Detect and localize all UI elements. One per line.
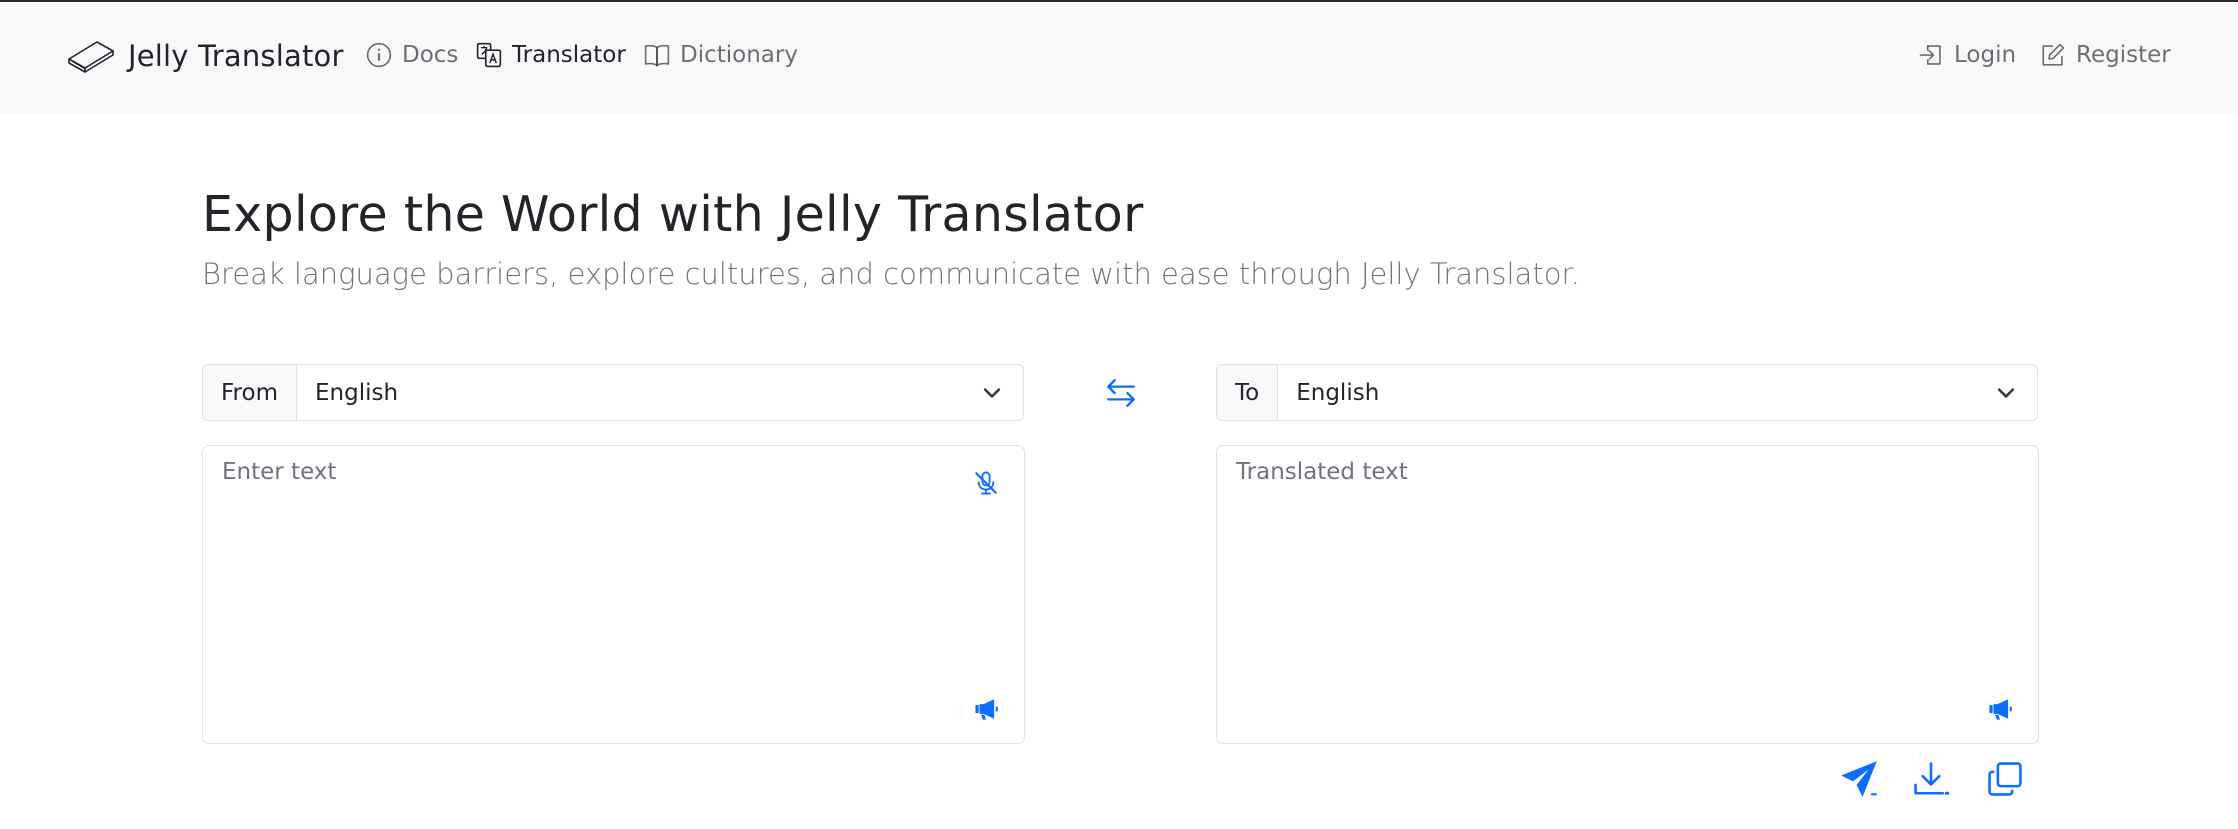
- nav-link-docs[interactable]: Docs: [366, 42, 458, 68]
- nav-link-login-label: Login: [1954, 42, 2017, 68]
- target-language-value: English: [1296, 379, 1380, 406]
- translated-text-placeholder: Translated text: [1236, 459, 1408, 485]
- nav-link-login[interactable]: Login: [1918, 42, 2016, 68]
- target-language-group: To English: [1216, 364, 2038, 421]
- source-language-label: From: [203, 365, 297, 420]
- translate-icon: [476, 42, 502, 68]
- source-language-value: English: [314, 379, 399, 406]
- info-circle-icon: [366, 42, 392, 68]
- source-language-select[interactable]: English: [297, 365, 1023, 420]
- login-arrow-icon: [1919, 45, 1941, 65]
- translated-text-output[interactable]: Translated text: [1216, 445, 2039, 744]
- megaphone-icon[interactable]: [973, 696, 999, 722]
- source-language-group: From English: [202, 364, 1024, 421]
- brand-name: Jelly Translator: [128, 39, 344, 73]
- download-icon[interactable]: [1912, 760, 1950, 798]
- megaphone-icon[interactable]: [1987, 696, 2013, 722]
- swap-arrows-icon[interactable]: [1104, 376, 1138, 410]
- book-icon: [68, 41, 114, 73]
- target-language-label: To: [1217, 365, 1279, 420]
- mic-mute-icon[interactable]: [973, 470, 999, 496]
- nav-link-translator-label: Translator: [512, 42, 626, 68]
- nav-link-register-label: Register: [2076, 42, 2171, 68]
- source-text-input[interactable]: Enter text: [202, 445, 1025, 744]
- navbar-brand[interactable]: Jelly Translator: [66, 34, 344, 78]
- chevron-down-icon: [1997, 387, 2015, 398]
- navbar: Jelly Translator Docs Translator Diction…: [0, 2, 2238, 114]
- send-icon[interactable]: [1840, 760, 1878, 798]
- nav-link-docs-label: Docs: [402, 42, 459, 68]
- copy-icon[interactable]: [1986, 760, 2024, 798]
- source-text-placeholder: Enter text: [222, 459, 337, 485]
- book-open-icon: [644, 44, 670, 67]
- page-subtitle: Break language barriers, explore culture…: [202, 257, 1580, 291]
- nav-link-translator[interactable]: Translator: [476, 42, 626, 68]
- target-language-select[interactable]: English: [1278, 365, 2037, 420]
- nav-link-register[interactable]: Register: [2040, 42, 2171, 68]
- nav-link-dictionary-label: Dictionary: [680, 42, 798, 68]
- pencil-square-icon: [2042, 43, 2065, 66]
- chevron-down-icon: [983, 387, 1001, 398]
- nav-link-dictionary[interactable]: Dictionary: [644, 42, 798, 68]
- page-title: Explore the World with Jelly Translator: [202, 186, 1144, 243]
